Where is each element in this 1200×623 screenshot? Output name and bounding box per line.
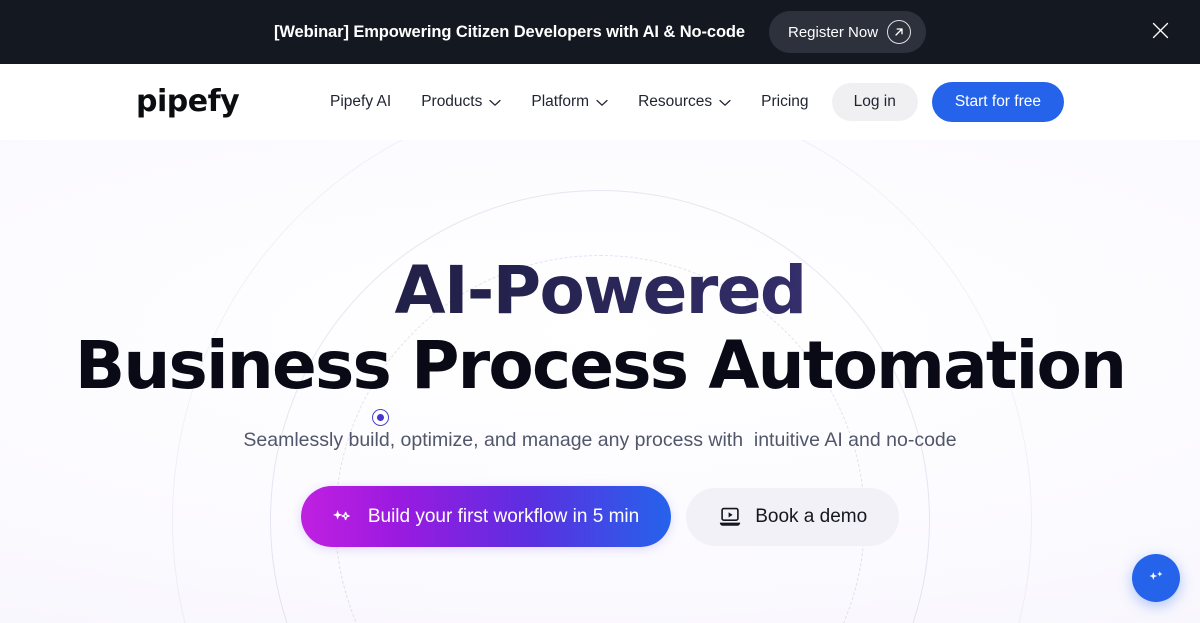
- close-banner-button[interactable]: [1140, 12, 1180, 52]
- page-root: [Webinar] Empowering Citizen Developers …: [0, 0, 1200, 623]
- close-icon: [1152, 22, 1169, 42]
- chevron-down-icon: [596, 94, 608, 112]
- announcement-banner: [Webinar] Empowering Citizen Developers …: [0, 0, 1200, 64]
- nav-item-products[interactable]: Products: [421, 92, 501, 112]
- hero-cta-row: Build your first workflow in 5 min Book …: [0, 486, 1200, 548]
- build-workflow-button[interactable]: Build your first workflow in 5 min: [300, 486, 672, 548]
- site-header: pipefy Pipefy AI Products Platform Resou…: [0, 64, 1200, 140]
- hero-headline-line2: Business Process Automation: [74, 327, 1127, 404]
- nav-item-pipefy-ai[interactable]: Pipefy AI: [330, 93, 391, 111]
- build-workflow-label: Build your first workflow in 5 min: [367, 505, 640, 527]
- nav-label: Platform: [531, 93, 590, 110]
- nav-item-pricing[interactable]: Pricing: [761, 93, 808, 111]
- register-now-label: Register Now: [788, 23, 879, 41]
- main-navigation: Pipefy AI Products Platform Resources Pr…: [330, 92, 809, 112]
- nav-item-resources[interactable]: Resources: [638, 92, 731, 112]
- header-auth-actions: Log in Start for free: [831, 82, 1064, 122]
- login-button[interactable]: Log in: [831, 83, 918, 121]
- hero-headline-line1: AI-Powered: [0, 258, 1200, 324]
- register-now-button[interactable]: Register Now: [769, 11, 927, 53]
- laptop-play-icon: [718, 506, 742, 528]
- sparkles-icon: [329, 504, 354, 529]
- nav-label: Pricing: [761, 93, 809, 110]
- nav-label: Products: [421, 93, 483, 110]
- hero-subheadline: Seamlessly build, optimize, and manage a…: [243, 429, 957, 452]
- hero-content: AI-Powered Business Process Automation S…: [0, 140, 1200, 548]
- arrow-up-right-icon: [887, 20, 912, 44]
- book-demo-label: Book a demo: [755, 505, 868, 527]
- sparkles-icon: [1145, 566, 1167, 591]
- logo-text: pipefy: [136, 84, 240, 119]
- announcement-text: [Webinar] Empowering Citizen Developers …: [273, 22, 745, 41]
- announcement-banner-content: [Webinar] Empowering Citizen Developers …: [273, 11, 927, 53]
- ai-assistant-button[interactable]: [1132, 554, 1180, 602]
- pipefy-logo[interactable]: pipefy: [136, 84, 240, 119]
- nav-label: Resources: [638, 93, 713, 110]
- nav-label: Pipefy AI: [330, 93, 392, 110]
- nav-item-platform[interactable]: Platform: [531, 92, 608, 112]
- start-for-free-button[interactable]: Start for free: [931, 82, 1064, 122]
- book-demo-button[interactable]: Book a demo: [686, 487, 900, 546]
- chevron-down-icon: [719, 94, 731, 112]
- hero-section: AI-Powered Business Process Automation S…: [0, 140, 1200, 623]
- chevron-down-icon: [489, 94, 501, 112]
